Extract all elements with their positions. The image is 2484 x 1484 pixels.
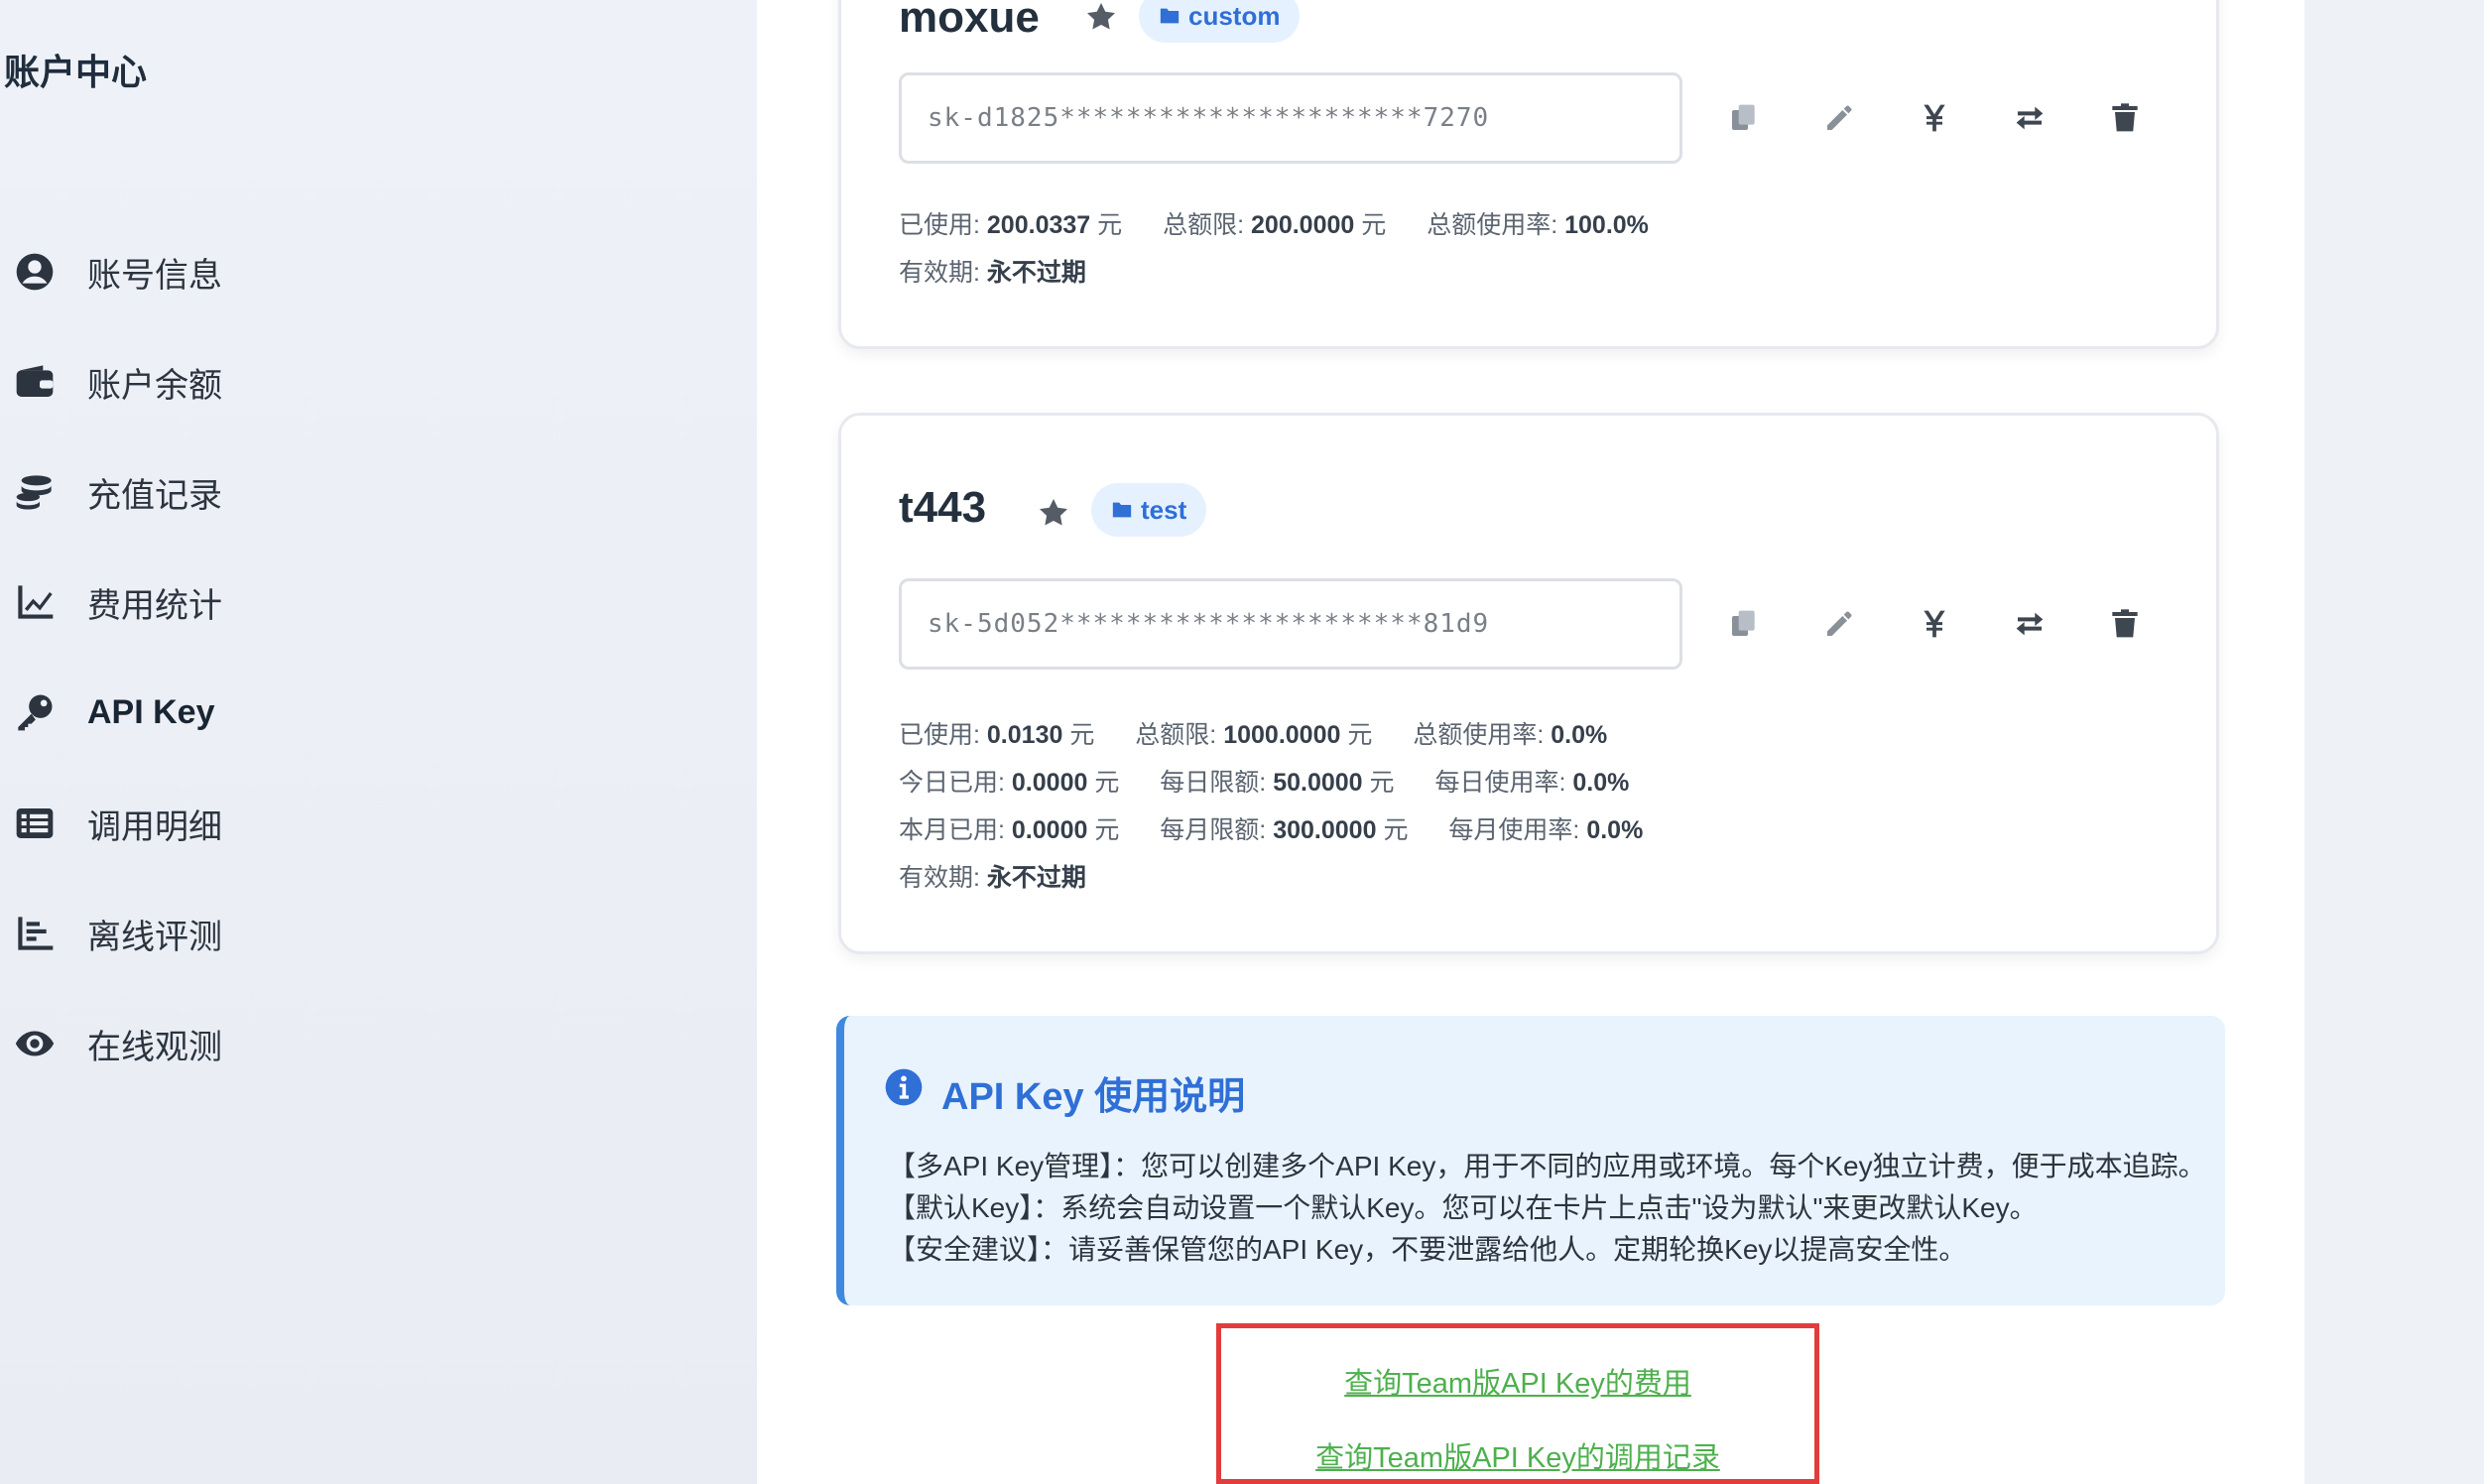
expiry-info: 有效期: 永不过期: [899, 259, 1086, 287]
edit-icon[interactable]: [1811, 90, 1867, 146]
copy-icon[interactable]: [1716, 90, 1772, 146]
user-circle-icon: [14, 251, 56, 293]
sidebar-item-recharge[interactable]: 充值记录: [0, 452, 694, 532]
trash-icon[interactable]: [2097, 596, 2153, 652]
swap-icon[interactable]: [2002, 90, 2057, 146]
edit-icon[interactable]: [1811, 596, 1867, 652]
sidebar-item-label: 账户余额: [87, 366, 222, 405]
usage-note-line: 【默认Key】：系统会自动设置一个默认Key。您可以在卡片上点击"设为默认"来更…: [888, 1192, 2038, 1223]
sidebar-item-label: API Key: [87, 692, 215, 731]
sidebar-item-online-observe[interactable]: 在线观测: [0, 1004, 694, 1083]
line-chart-icon: [14, 581, 56, 623]
info-icon: [884, 1067, 924, 1112]
sidebar-item-label: 在线观测: [87, 1028, 222, 1066]
team-cost-link[interactable]: 查询Team版API Key的费用: [1221, 1360, 1814, 1402]
api-key-field[interactable]: sk-5d052**********************81d9: [899, 578, 1682, 670]
trash-icon[interactable]: [2097, 90, 2153, 146]
star-icon[interactable]: [1073, 0, 1129, 45]
sidebar-item-offline-eval[interactable]: 离线评测: [0, 894, 694, 973]
yuan-icon[interactable]: [1907, 596, 1962, 652]
usage-notes-box: API Key 使用说明 【多API Key管理】：您可以创建多个API Key…: [836, 1016, 2225, 1305]
sidebar-item-label: 费用统计: [87, 586, 222, 625]
bar-chart-icon: [14, 913, 56, 954]
sidebar-item-label: 调用明细: [87, 807, 222, 846]
team-calls-link[interactable]: 查询Team版API Key的调用记录: [1221, 1434, 1814, 1476]
yuan-icon[interactable]: [1907, 90, 1962, 146]
team-links-highlight: 查询Team版API Key的费用 查询Team版API Key的调用记录: [1216, 1323, 1819, 1484]
api-key-field[interactable]: sk-d1825**********************7270: [899, 72, 1682, 164]
sidebar-item-balance[interactable]: 账户余额: [0, 342, 694, 422]
usage-note-line: 【安全建议】：请妥善保管您的API Key，不要泄露给他人。定期轮换Key以提高…: [888, 1234, 1967, 1265]
sidebar-item-account-info[interactable]: 账号信息: [0, 232, 694, 311]
key-tag[interactable]: custom: [1139, 0, 1301, 43]
key-icon: [14, 691, 56, 733]
swap-icon[interactable]: [2002, 596, 2057, 652]
sidebar-item-label: 离线评测: [87, 918, 222, 956]
sidebar-item-cost-stats[interactable]: 费用统计: [0, 562, 694, 642]
sidebar-item-api-key[interactable]: API Key: [0, 673, 694, 752]
key-tag[interactable]: test: [1091, 483, 1207, 537]
eye-icon: [14, 1023, 56, 1064]
api-key-card: moxue custom sk-d1825*******************…: [838, 0, 2219, 349]
copy-icon[interactable]: [1716, 596, 1772, 652]
main-content: moxue custom sk-d1825*******************…: [757, 0, 2304, 1484]
expiry-info: 有效期: 永不过期: [899, 864, 1086, 892]
sidebar-item-label: 账号信息: [87, 256, 222, 295]
usage-stats-monthly: 本月已用: 0.0000 元 每月限额: 300.0000 元 每月使用率: 0…: [899, 816, 1644, 844]
key-name: t443: [899, 483, 987, 532]
usage-stats-daily: 今日已用: 0.0000 元 每日限额: 50.0000 元 每日使用率: 0.…: [899, 769, 1630, 797]
coins-icon: [14, 471, 56, 513]
sidebar-item-call-details[interactable]: 调用明细: [0, 784, 694, 863]
folder-icon: [1112, 502, 1132, 518]
sidebar-item-label: 充值记录: [87, 476, 222, 515]
star-icon[interactable]: [1026, 485, 1081, 541]
sidebar-title: 账户中心: [4, 52, 148, 92]
wallet-icon: [14, 361, 56, 403]
usage-notes-title: API Key 使用说明: [941, 1076, 1246, 1118]
sidebar: 账户中心 账号信息 账户余额 充值记录 费用统计 API Key 调用明细 离线…: [0, 0, 757, 1484]
folder-icon: [1160, 8, 1180, 24]
key-name: moxue: [899, 0, 1040, 42]
usage-note-line: 【多API Key管理】：您可以创建多个API Key，用于不同的应用或环境。每…: [888, 1151, 2206, 1181]
list-icon: [14, 803, 56, 844]
usage-stats-total: 已使用: 200.0337 元 总额限: 200.0000 元 总额使用率: 1…: [899, 211, 1649, 239]
usage-stats-total: 已使用: 0.0130 元 总额限: 1000.0000 元 总额使用率: 0.…: [899, 721, 1608, 749]
api-key-card: t443 test sk-5d052**********************…: [838, 413, 2219, 954]
